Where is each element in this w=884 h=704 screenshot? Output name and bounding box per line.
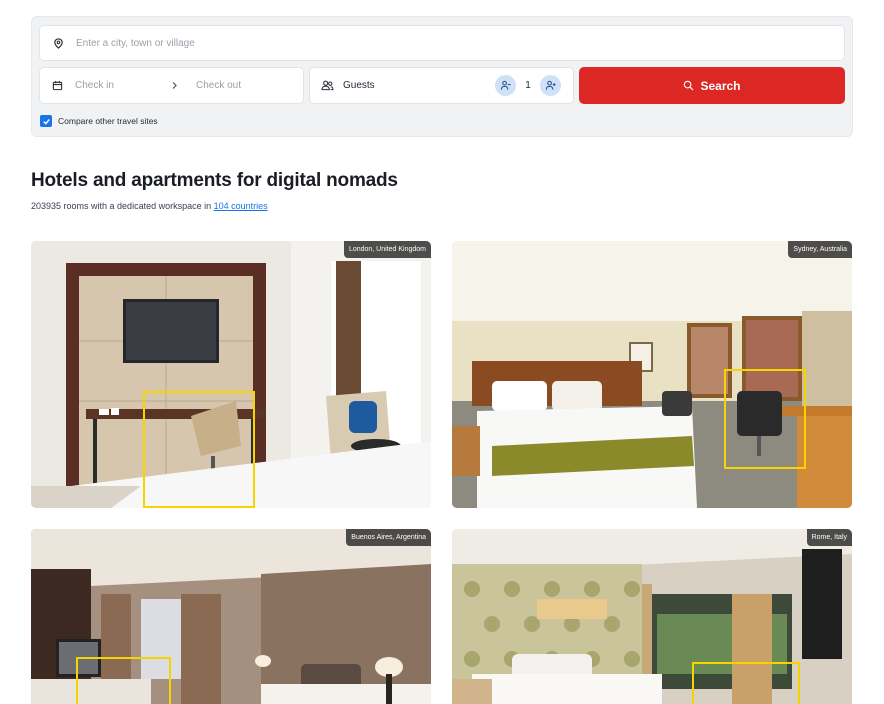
check-icon bbox=[42, 117, 51, 126]
hotel-card-buenos-aires[interactable]: Buenos Aires, Argentina bbox=[31, 529, 431, 704]
city-badge: London, United Kingdom bbox=[343, 241, 431, 258]
map-pin-icon bbox=[53, 37, 64, 49]
subtitle-text: 203935 rooms with a dedicated workspace … bbox=[31, 201, 214, 211]
compare-sites-checkbox[interactable] bbox=[40, 115, 52, 127]
section-title: Hotels and apartments for digital nomads bbox=[31, 170, 398, 191]
increase-guests-button[interactable] bbox=[540, 75, 561, 96]
hotel-card-sydney[interactable]: Sydney, Australia bbox=[452, 241, 852, 508]
compare-sites-row: Compare other travel sites bbox=[40, 115, 158, 127]
workspace-highlight bbox=[724, 369, 806, 469]
countries-link[interactable]: 104 countries bbox=[214, 201, 268, 211]
city-badge: Sydney, Australia bbox=[788, 241, 852, 258]
guests-stepper: 1 bbox=[495, 75, 561, 96]
calendar-icon bbox=[52, 80, 63, 91]
date-range-field[interactable]: Check in Check out bbox=[39, 67, 304, 104]
workspace-highlight bbox=[76, 657, 171, 704]
guests-label: Guests bbox=[343, 80, 375, 91]
user-minus-icon bbox=[500, 80, 511, 91]
search-button[interactable]: Search bbox=[579, 67, 845, 104]
chevron-right-icon bbox=[171, 81, 178, 90]
hotel-card-london[interactable]: London, United Kingdom bbox=[31, 241, 431, 508]
decrease-guests-button[interactable] bbox=[495, 75, 516, 96]
user-plus-icon bbox=[545, 80, 556, 91]
guests-field[interactable]: Guests 1 bbox=[309, 67, 574, 104]
section-subtitle: 203935 rooms with a dedicated workspace … bbox=[31, 201, 268, 211]
search-panel: Enter a city, town or village Check in C… bbox=[31, 16, 853, 137]
workspace-highlight bbox=[692, 662, 800, 704]
checkin-input[interactable]: Check in bbox=[75, 80, 165, 91]
hotel-card-rome[interactable]: Rome, Italy bbox=[452, 529, 852, 704]
checkout-input[interactable]: Check out bbox=[196, 80, 241, 91]
search-button-label: Search bbox=[700, 78, 741, 93]
compare-sites-label[interactable]: Compare other travel sites bbox=[58, 116, 158, 126]
location-field[interactable]: Enter a city, town or village bbox=[39, 25, 845, 61]
search-icon bbox=[683, 80, 694, 91]
workspace-highlight bbox=[143, 391, 255, 508]
users-icon bbox=[321, 80, 334, 91]
guests-count: 1 bbox=[525, 80, 531, 91]
city-badge: Buenos Aires, Argentina bbox=[346, 529, 431, 546]
city-badge: Rome, Italy bbox=[806, 529, 852, 546]
location-placeholder: Enter a city, town or village bbox=[76, 37, 195, 49]
